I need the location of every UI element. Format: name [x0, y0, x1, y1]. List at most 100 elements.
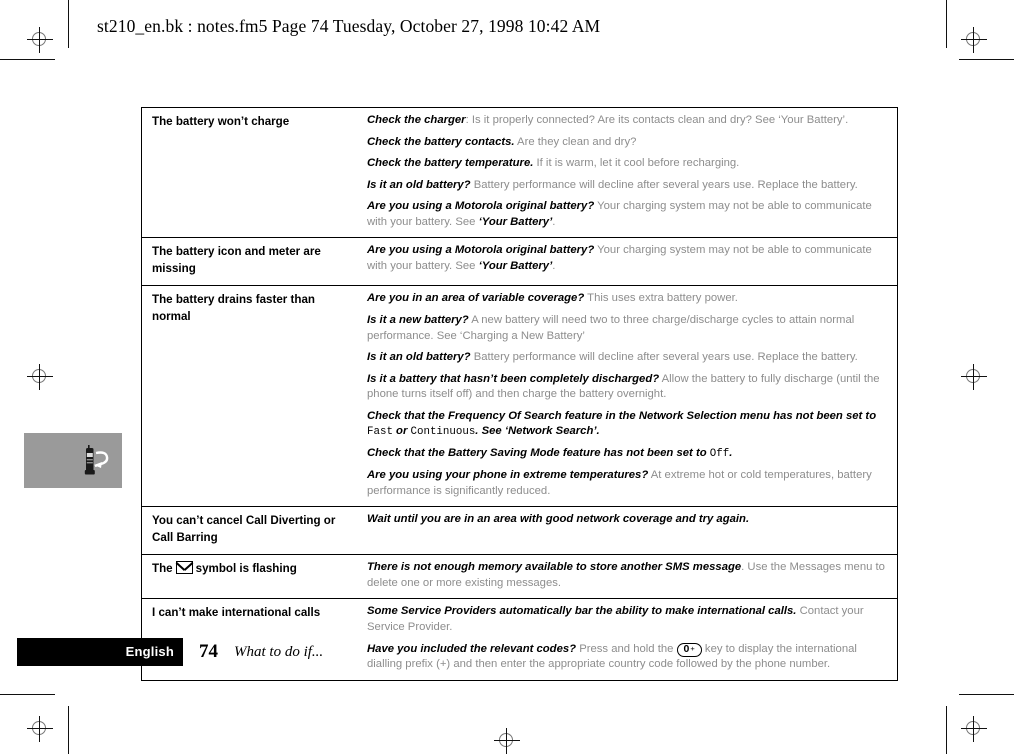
answer-paragraph: Check that the Frequency Of Search featu… — [367, 409, 887, 440]
answer-question: Is it an old battery? — [367, 351, 471, 364]
regmark-vline — [39, 27, 40, 53]
footer-page-number: 74 — [199, 641, 218, 662]
symptom-prefix: The — [152, 562, 173, 576]
answer-paragraph: Are you using your phone in extreme temp… — [367, 468, 887, 499]
symptom-cell: You can’t cancel Call Diverting or Call … — [152, 514, 336, 544]
answer-question: Are you in an area of variable coverage? — [367, 292, 585, 305]
registration-mark-bottom-right — [961, 716, 987, 742]
table-row: You can’t cancel Call Diverting or Call … — [142, 507, 897, 555]
answer-cell: Are you in an area of variable coverage?… — [363, 286, 897, 507]
thumb-tab-what-to-do-if — [24, 433, 122, 488]
regmark-vline — [973, 27, 974, 53]
answer-question: Check the battery contacts. — [367, 135, 515, 148]
answer-paragraph: Are you using a Motorola original batter… — [367, 243, 887, 274]
regmark-vline — [973, 364, 974, 390]
answer-segment: or — [392, 425, 411, 438]
registration-mark-top-left — [27, 27, 53, 53]
answer-paragraph: Is it a new battery? A new battery will … — [367, 313, 887, 344]
answer-segment-mono: Continuous — [410, 426, 476, 439]
answer-text-tail: . — [552, 260, 556, 273]
answer-segment-mono: Fast — [367, 426, 393, 439]
footer-language-bar: English — [17, 638, 183, 666]
answer-paragraph: Check that the Battery Saving Mode featu… — [367, 446, 887, 462]
regmark-hline — [27, 376, 53, 377]
zero-key-label: 0 — [683, 642, 690, 655]
symptom-cell: The battery icon and meter are missing — [152, 245, 321, 275]
answer-segment: . — [729, 447, 733, 460]
symptom-cell: The battery drains faster than normal — [152, 293, 315, 323]
answer-question: Check the battery temperature. — [367, 157, 534, 170]
answer-text: : Is it properly connected? Are its cont… — [465, 114, 849, 126]
trim-line-bottom-right-horizontal — [959, 694, 1014, 695]
table-row: The battery drains faster than normal Ar… — [142, 286, 897, 507]
footer-section-title: What to do if... — [234, 644, 324, 660]
answer-paragraph: Wait until you are in an area with good … — [367, 512, 887, 528]
table-row: The symbol is flashing There is not enoug… — [142, 555, 897, 599]
answer-cell: Some Service Providers automatically bar… — [363, 599, 897, 680]
answer-question: Is it a new battery? — [367, 313, 469, 326]
answer-paragraph: Is it an old battery? Battery performanc… — [367, 178, 887, 194]
regmark-vline — [973, 716, 974, 742]
registration-mark-bottom-center — [494, 728, 520, 754]
trim-line-top-right-horizontal — [959, 59, 1014, 60]
table-row: The battery icon and meter are missing A… — [142, 238, 897, 286]
envelope-icon — [175, 561, 193, 575]
troubleshooting-table: The battery won’t charge Check the charg… — [141, 107, 898, 681]
answer-paragraph: Some Service Providers automatically bar… — [367, 604, 887, 635]
regmark-hline — [961, 728, 987, 729]
symptom-cell: The symbol is flashing — [142, 555, 363, 599]
answer-question: Is it a battery that hasn’t been complet… — [367, 372, 660, 385]
answer-paragraph: Is it an old battery? Battery performanc… — [367, 350, 887, 366]
regmark-vline — [39, 716, 40, 742]
cross-reference: ‘Your Battery’ — [478, 260, 553, 273]
symptom-suffix: symbol is flashing — [195, 562, 297, 576]
answer-cell: Check the charger: Is it properly connec… — [363, 108, 897, 238]
answer-text: If it is warm, let it cool before rechar… — [533, 157, 740, 170]
footer-language-label: English — [125, 644, 174, 659]
answer-paragraph: Is it a battery that hasn’t been complet… — [367, 372, 887, 403]
trim-line-top-left-horizontal — [0, 59, 55, 60]
answer-paragraph: There is not enough memory available to … — [367, 560, 887, 591]
registration-mark-right-middle — [961, 364, 987, 390]
phone-with-question-icon — [76, 441, 114, 479]
answer-question: There is not enough memory available to … — [367, 561, 742, 574]
answer-text: Press and hold the — [576, 642, 677, 655]
registration-mark-left-middle — [27, 364, 53, 390]
regmark-hline — [27, 39, 53, 40]
symptom-cell: The battery won’t charge — [152, 115, 290, 128]
table-row: I can’t make international calls Some Se… — [142, 599, 897, 680]
answer-paragraph: Check the charger: Is it properly connec… — [367, 113, 887, 129]
trim-line-bottom-right-vertical — [946, 706, 947, 754]
answer-text-tail: . — [552, 215, 556, 228]
answer-text: Are they clean and dry? — [514, 135, 637, 148]
answer-paragraph: Check the battery contacts. Are they cle… — [367, 135, 887, 151]
answer-text: Battery performance will decline after s… — [470, 178, 858, 191]
cross-reference: ‘Your Battery’ — [478, 215, 553, 228]
page-header-filename-stamp: st210_en.bk : notes.fm5 Page 74 Tuesday,… — [97, 16, 601, 36]
answer-segment: Check that the Frequency Of Search featu… — [367, 409, 877, 422]
regmark-vline — [39, 364, 40, 390]
zero-key-glyph: 0+ — [676, 642, 702, 658]
answer-segment: Wait until you are in an area with good … — [367, 513, 750, 526]
answer-question: Are you using a Motorola original batter… — [367, 244, 595, 257]
regmark-hline — [27, 728, 53, 729]
regmark-vline — [506, 728, 507, 754]
answer-paragraph: Have you included the relevant codes? Pr… — [367, 642, 887, 673]
answer-question: Are you using your phone in extreme temp… — [367, 469, 649, 482]
table-row: The battery won’t charge Check the charg… — [142, 108, 897, 238]
answer-segment-mono: Off — [709, 448, 730, 461]
answer-cell: Are you using a Motorola original batter… — [363, 238, 897, 286]
answer-question: Are you using a Motorola original batter… — [367, 200, 595, 213]
answer-segment: Check that the Battery Saving Mode featu… — [367, 447, 710, 460]
trim-line-top-right-vertical — [946, 0, 947, 48]
answer-text: Battery performance will decline after s… — [470, 351, 858, 364]
trim-line-bottom-left-vertical — [68, 706, 69, 754]
answer-paragraph: Are you in an area of variable coverage?… — [367, 291, 887, 307]
answer-segment: . See ‘Network Search’. — [475, 425, 600, 438]
registration-mark-top-right — [961, 27, 987, 53]
answer-paragraph: Are you using a Motorola original batter… — [367, 199, 887, 230]
zero-key-plus: + — [690, 643, 695, 653]
answer-text: This uses extra battery power. — [584, 292, 738, 305]
registration-mark-bottom-left — [27, 716, 53, 742]
answer-paragraph: Check the battery temperature. If it is … — [367, 156, 887, 172]
